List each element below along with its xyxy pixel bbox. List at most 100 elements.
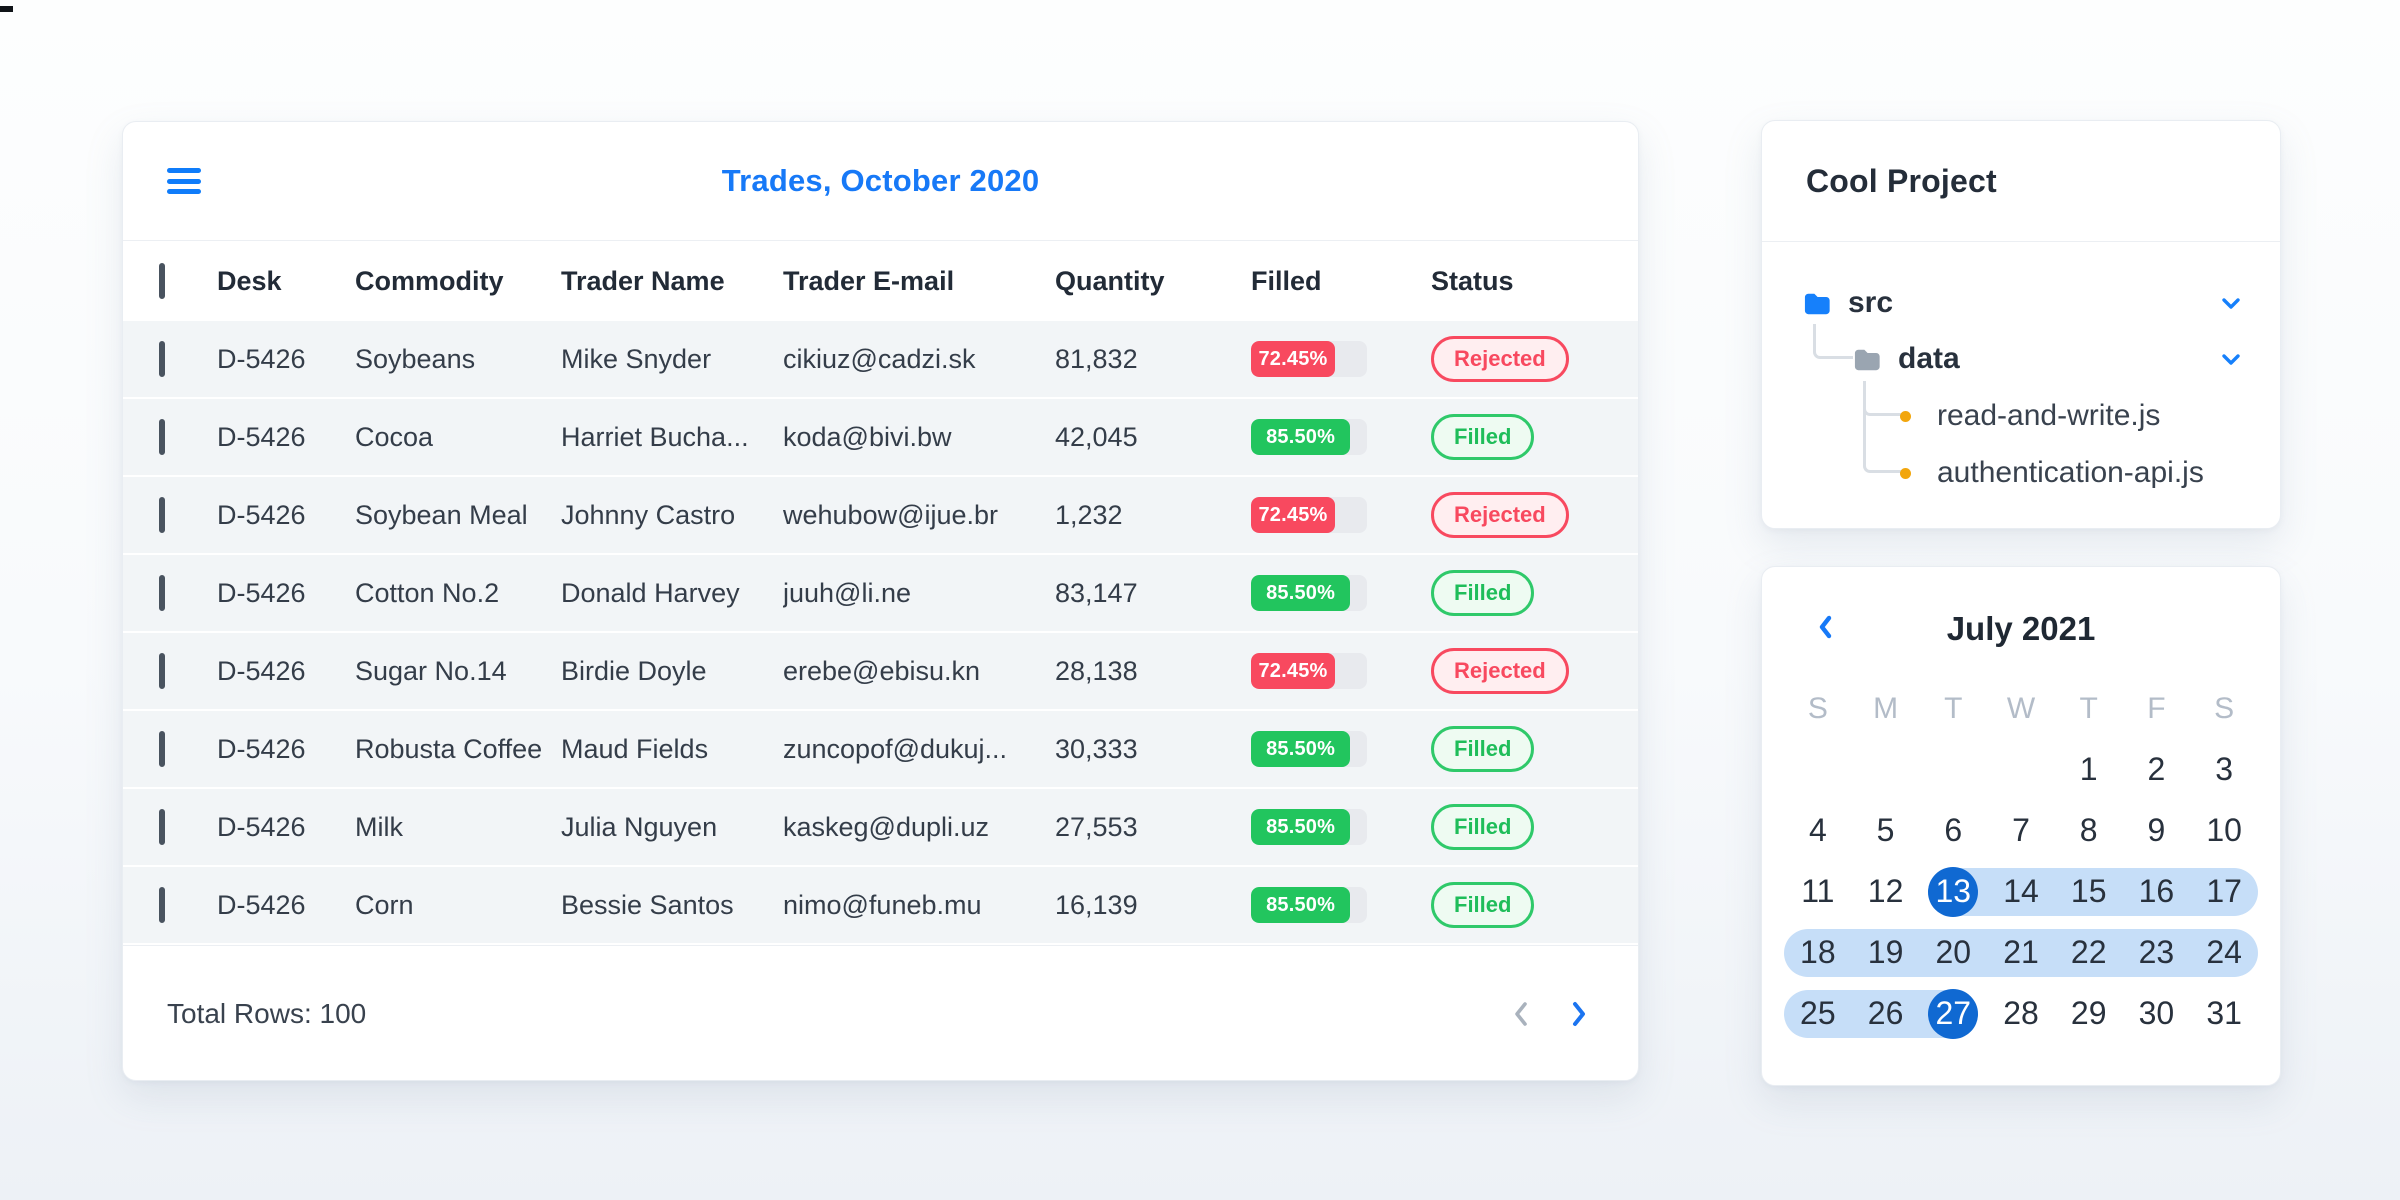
calendar-day[interactable]: 1 [2055, 739, 2123, 800]
cell-desk: D-5426 [217, 811, 306, 842]
calendar-day[interactable]: 15 [2055, 861, 2123, 922]
calendar-day[interactable]: 29 [2055, 983, 2123, 1044]
status-badge: Rejected [1431, 492, 1569, 538]
calendar-day[interactable]: 28 [1987, 983, 2055, 1044]
calendar-day[interactable]: 14 [1987, 861, 2055, 922]
status-badge: Filled [1431, 414, 1535, 460]
prev-month-chevron-icon[interactable] [1816, 614, 1834, 645]
calendar-day[interactable]: 25 [1784, 983, 1852, 1044]
total-rows-label: Total Rows: 100 [167, 997, 367, 1029]
tree-file-authentication-api[interactable]: authentication-api.js [1900, 453, 2204, 493]
calendar-day[interactable]: 7 [1987, 800, 2055, 861]
select-all-checkbox[interactable] [159, 262, 165, 299]
calendar-day-range-end[interactable]: 27 [1919, 983, 1987, 1044]
cell-trader-email: juuh@li.ne [783, 577, 911, 608]
folder-icon [1853, 348, 1881, 371]
row-checkbox[interactable] [159, 730, 165, 767]
row-checkbox[interactable] [159, 652, 165, 689]
chevron-down-icon[interactable] [2221, 353, 2241, 366]
dow-label: T [1944, 692, 1963, 725]
cell-trader-email: erebe@ebisu.kn [783, 655, 981, 686]
calendar-day[interactable]: 12 [1852, 861, 1920, 922]
progress-fill: 85.50% [1251, 731, 1351, 767]
row-checkbox[interactable] [159, 418, 165, 455]
tree-node-src[interactable]: src [1803, 283, 2241, 323]
calendar-day[interactable]: 4 [1784, 800, 1852, 861]
calendar-day[interactable]: 26 [1852, 983, 1920, 1044]
tree-file-read-and-write[interactable]: read-and-write.js [1900, 396, 2160, 436]
cell-quantity: 81,832 [1055, 343, 1138, 374]
table-row: D-5426 Corn Bessie Santos nimo@funeb.mu … [123, 867, 1638, 943]
calendar-day[interactable]: 18 [1784, 922, 1852, 983]
progress-fill: 72.45% [1251, 341, 1336, 377]
day-of-week-header: S M T W T F S [1784, 691, 2258, 727]
calendar-day[interactable]: 2 [2123, 739, 2191, 800]
menu-hamburger-icon[interactable] [167, 168, 201, 194]
cell-desk: D-5426 [217, 733, 306, 764]
column-header-quantity: Quantity [1055, 265, 1165, 296]
row-checkbox[interactable] [159, 886, 165, 923]
table-row: D-5426 Cocoa Harriet Bucha... koda@bivi.… [123, 399, 1638, 475]
cell-trader-email: nimo@funeb.mu [783, 889, 982, 920]
cell-commodity: Soybeans [355, 343, 476, 374]
calendar-day[interactable]: 5 [1852, 800, 1920, 861]
row-checkbox[interactable] [159, 340, 165, 377]
table-header-row: Desk Commodity Trader Name Trader E-mail… [123, 241, 1638, 321]
calendar-day[interactable]: 19 [1852, 922, 1920, 983]
calendar-week: 11 12 13 14 15 16 17 [1784, 861, 2258, 922]
column-header-trader-email: Trader E-mail [783, 265, 955, 296]
cell-trader-name: Maud Fields [561, 733, 709, 764]
tree-node-data[interactable]: data [1853, 339, 2241, 379]
chevron-down-icon[interactable] [2221, 297, 2241, 310]
progress-fill: 85.50% [1251, 575, 1351, 611]
calendar-day[interactable]: 9 [2123, 800, 2191, 861]
calendar-day[interactable]: 30 [2123, 983, 2191, 1044]
calendar-day[interactable]: 22 [2055, 922, 2123, 983]
calendar-day[interactable]: 11 [1784, 861, 1852, 922]
cell-quantity: 42,045 [1055, 421, 1138, 452]
calendar-day[interactable]: 16 [2123, 861, 2191, 922]
calendar-day [1919, 739, 1987, 800]
filled-progress-bar: 72.45% [1251, 341, 1367, 377]
project-tree-card: Cool Project src data read-and-write.js … [1761, 120, 2281, 529]
cell-trader-name: Julia Nguyen [561, 811, 718, 842]
calendar-day[interactable]: 31 [2190, 983, 2258, 1044]
dow-label: F [2147, 692, 2166, 725]
calendar-grid: 1 2 3 4 5 6 7 8 9 10 11 12 13 14 15 16 1… [1784, 739, 2258, 1044]
row-checkbox[interactable] [159, 574, 165, 611]
calendar-day[interactable]: 8 [2055, 800, 2123, 861]
calendar-day[interactable]: 23 [2123, 922, 2191, 983]
table-row: D-5426 Milk Julia Nguyen kaskeg@dupli.uz… [123, 789, 1638, 865]
file-dot-icon [1900, 410, 1911, 422]
cell-desk: D-5426 [217, 655, 306, 686]
filled-progress-bar: 85.50% [1251, 731, 1367, 767]
next-page-chevron-icon[interactable] [1568, 998, 1590, 1030]
calendar-day[interactable]: 21 [1987, 922, 2055, 983]
status-badge: Filled [1431, 804, 1535, 850]
calendar-week: 25 26 27 28 29 30 31 [1784, 983, 2258, 1044]
prev-page-chevron-icon[interactable] [1510, 998, 1532, 1030]
calendar-day[interactable]: 3 [2190, 739, 2258, 800]
cell-quantity: 83,147 [1055, 577, 1138, 608]
cell-trader-name: Bessie Santos [561, 889, 734, 920]
cell-desk: D-5426 [217, 421, 306, 452]
project-card-header: Cool Project [1762, 121, 2280, 241]
column-header-commodity: Commodity [355, 265, 504, 296]
calendar-day[interactable]: 6 [1919, 800, 1987, 861]
cell-desk: D-5426 [217, 577, 306, 608]
tree-node-label: src [1848, 286, 1894, 319]
tree-node-label: data [1898, 342, 1960, 375]
calendar-day[interactable]: 24 [2190, 922, 2258, 983]
cell-commodity: Corn [355, 889, 414, 920]
cell-trader-name: Harriet Bucha... [561, 421, 749, 452]
column-header-filled: Filled [1251, 265, 1322, 296]
row-checkbox[interactable] [159, 808, 165, 845]
cell-quantity: 28,138 [1055, 655, 1138, 686]
cell-trader-email: kaskeg@dupli.uz [783, 811, 990, 842]
calendar-day-range-start[interactable]: 13 [1919, 861, 1987, 922]
calendar-day[interactable]: 17 [2190, 861, 2258, 922]
status-badge: Filled [1431, 882, 1535, 928]
row-checkbox[interactable] [159, 496, 165, 533]
calendar-day[interactable]: 20 [1919, 922, 1987, 983]
calendar-day[interactable]: 10 [2190, 800, 2258, 861]
